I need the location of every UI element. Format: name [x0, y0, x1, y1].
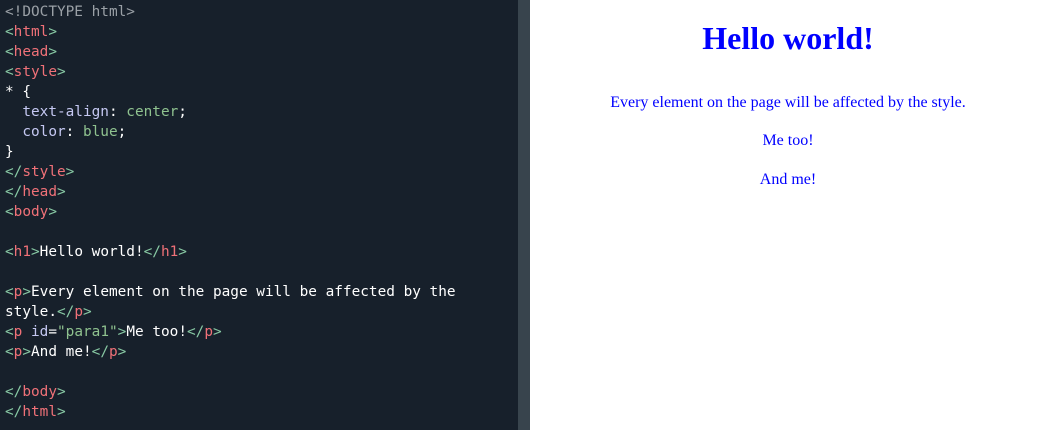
preview-paragraph: And me! [759, 171, 817, 188]
code-token-bracket: </ [5, 404, 23, 420]
code-token-bracket: </ [143, 244, 161, 260]
code-line: </html> [5, 402, 518, 422]
code-token-text: ; [178, 104, 187, 120]
code-token-tag: h1 [13, 244, 31, 260]
code-line: <style> [5, 62, 518, 82]
code-token-text: Every element on the page will be affect… [31, 284, 456, 300]
code-token-bracket: > [22, 344, 32, 360]
code-token-bracket: > [48, 24, 57, 40]
code-token-bracket: < [5, 244, 14, 260]
code-token-tag: html [13, 24, 49, 40]
code-token-bracket: </ [91, 344, 109, 360]
code-token-bracket: > [213, 324, 222, 340]
code-token-bracket: </ [5, 384, 23, 400]
code-line: <p>Every element on the page will be aff… [5, 282, 518, 302]
code-token-text: = [48, 324, 58, 340]
code-token-text: * { [5, 84, 31, 100]
code-token-value: "para1" [57, 324, 118, 340]
code-line: style.</p> [5, 302, 518, 322]
code-token-tag: h1 [160, 244, 179, 260]
code-token-text: Hello world! [39, 244, 144, 260]
code-token-bracket: </ [56, 304, 75, 320]
code-token-bracket: > [57, 64, 66, 80]
code-token-tag: style [13, 64, 57, 80]
code-token-text: } [5, 144, 14, 160]
code-token-prop: color [22, 124, 66, 140]
code-line: <p>And me!</p> [5, 342, 518, 362]
code-token-bracket: > [178, 244, 187, 260]
code-line: <p id="para1">Me too!</p> [5, 322, 518, 342]
code-token-bracket: < [5, 324, 14, 340]
code-token-text: ; [117, 124, 127, 140]
code-token-bracket: </ [5, 184, 23, 200]
code-line: <html> [5, 22, 518, 42]
code-line: </body> [5, 382, 518, 402]
code-token-bracket: > [31, 244, 40, 260]
code-token-bracket: < [5, 204, 14, 220]
code-token-prop: text-align [22, 104, 109, 120]
code-line: </style> [5, 162, 518, 182]
code-line: <head> [5, 42, 518, 62]
code-line: <!DOCTYPE html> [5, 2, 518, 22]
code-token-text: : [65, 124, 83, 140]
code-token-tag: p [109, 344, 118, 360]
code-token-bracket: < [5, 344, 14, 360]
code-token-bracket: > [48, 204, 57, 220]
code-token-text: And me! [31, 344, 92, 360]
code-token-bracket: > [82, 304, 92, 320]
code-token-tag: p [74, 304, 83, 320]
code-line: color: blue; [5, 122, 518, 142]
code-token-tag: html [22, 404, 57, 420]
code-token-tag: head [13, 44, 49, 60]
code-token-tag: p [204, 324, 213, 340]
code-token-tag: body [22, 384, 57, 400]
code-token-value: center [126, 104, 179, 120]
code-token-bracket: > [48, 44, 57, 60]
code-line: text-align: center; [5, 102, 518, 122]
code-token-tag: head [22, 184, 57, 200]
code-token-bracket: < [5, 284, 14, 300]
code-token-bracket: > [117, 344, 127, 360]
code-text[interactable]: <!DOCTYPE html> <html> <head> <style> * { te… [0, 0, 518, 422]
code-token-text: style. [5, 304, 57, 320]
code-token-bracket: < [5, 64, 14, 80]
code-token-bracket: > [65, 164, 75, 180]
code-token-attr: id [31, 324, 49, 340]
code-line: <body> [5, 202, 518, 222]
code-line: * { [5, 82, 518, 102]
code-token-doctype: <!DOCTYPE html> [5, 4, 135, 20]
code-token-bracket: </ [187, 324, 205, 340]
panel-resize-divider[interactable] [518, 0, 530, 430]
code-token-text: Me too! [126, 324, 187, 340]
code-token-bracket: < [5, 44, 14, 60]
code-token-value: blue [82, 124, 118, 140]
code-token-bracket: > [22, 284, 32, 300]
code-token-tag: style [22, 164, 66, 180]
code-line: } [5, 142, 518, 162]
code-token-tag: body [13, 204, 49, 220]
preview-heading: Hello world! [702, 20, 874, 56]
preview-paragraph-para1: Me too! [762, 132, 814, 149]
code-token-text: : [108, 104, 127, 120]
code-token-bracket: </ [5, 164, 23, 180]
code-editor[interactable]: <!DOCTYPE html> <html> <head> <style> * { te… [0, 0, 518, 430]
code-line: </head> [5, 182, 518, 202]
code-line: <h1>Hello world!</h1> [5, 242, 518, 262]
result-preview: Hello world! Every element on the page w… [530, 0, 1046, 430]
code-token-bracket: < [5, 24, 14, 40]
preview-paragraph: Every element on the page will be affect… [610, 94, 966, 111]
code-token-bracket: > [56, 404, 66, 420]
code-token-bracket: > [56, 184, 66, 200]
code-token-bracket: > [56, 384, 66, 400]
